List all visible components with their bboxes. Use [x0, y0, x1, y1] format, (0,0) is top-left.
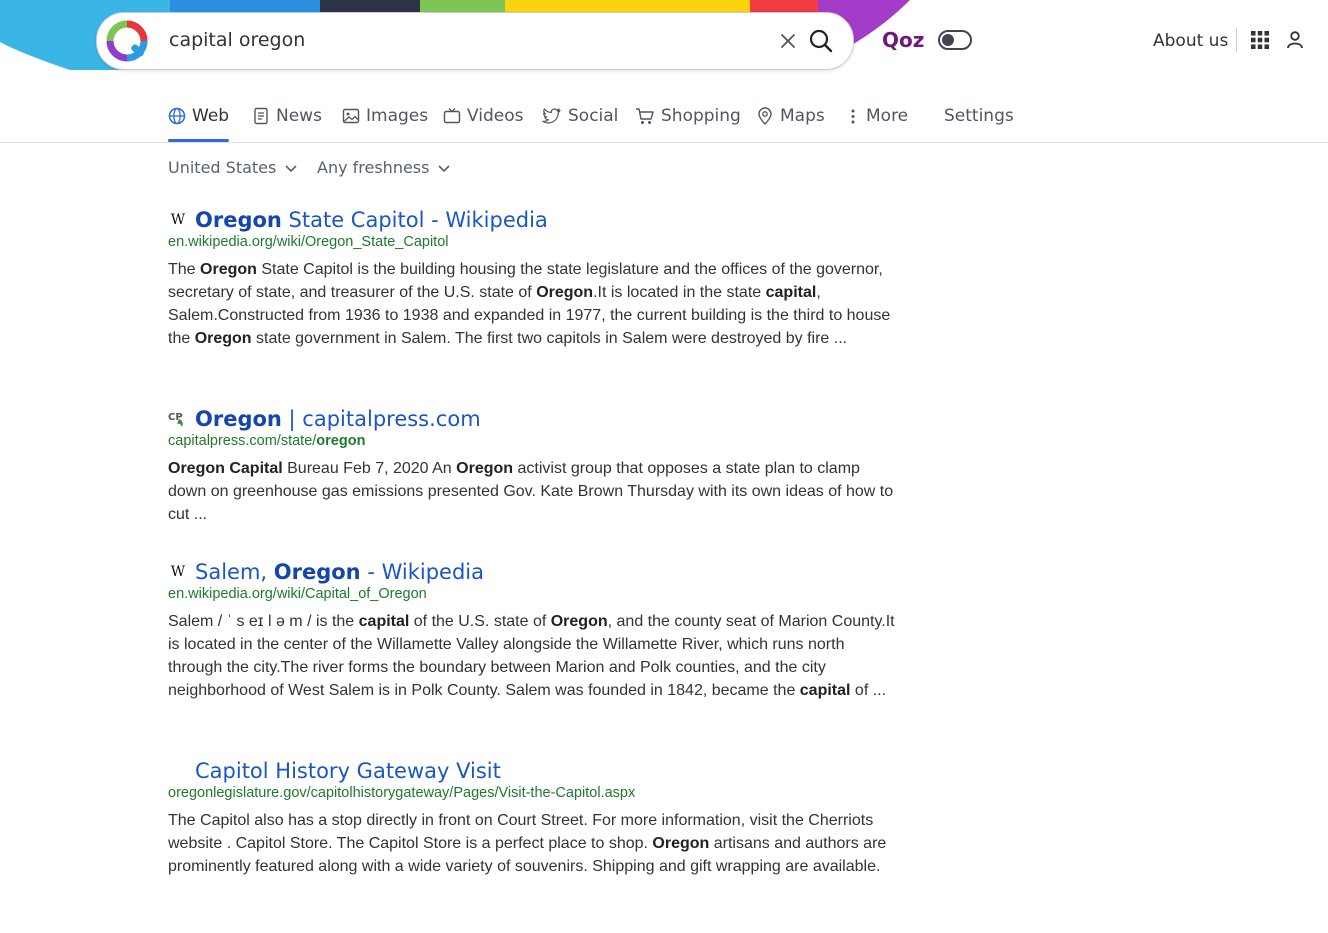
- capitalpress-icon: CP: [168, 409, 188, 429]
- about-us-link[interactable]: About us: [1153, 31, 1228, 51]
- search-result: W Oregon State Capitol - Wikipedia en.wi…: [168, 208, 898, 350]
- region-filter[interactable]: United States: [168, 158, 298, 177]
- cart-icon: [636, 108, 654, 124]
- result-url[interactable]: en.wikipedia.org/wiki/Oregon_State_Capit…: [168, 234, 898, 250]
- result-title-text: Oregon State Capitol - Wikipedia: [195, 208, 548, 232]
- result-title[interactable]: W Oregon State Capitol - Wikipedia: [168, 208, 898, 232]
- wikipedia-icon: W: [170, 212, 186, 228]
- result-title[interactable]: Capitol History Gateway Visit: [168, 759, 898, 783]
- search-box[interactable]: capital oregon: [96, 12, 854, 70]
- apps-grid-icon[interactable]: [1250, 30, 1270, 50]
- tab-maps[interactable]: Maps: [756, 106, 825, 142]
- tab-more-label: More: [866, 106, 909, 126]
- tab-images-label: Images: [366, 106, 429, 126]
- user-icon[interactable]: [1285, 30, 1305, 50]
- tab-videos[interactable]: Videos: [443, 106, 524, 142]
- tab-videos-label: Videos: [467, 106, 524, 126]
- tab-social[interactable]: Social: [542, 106, 618, 142]
- tab-maps-label: Maps: [780, 106, 825, 126]
- search-tabs: Web News Images Videos Social Shopping M…: [0, 98, 1328, 143]
- globe-icon: [168, 107, 186, 125]
- blank-favicon-icon: [168, 761, 188, 781]
- tab-social-label: Social: [568, 106, 619, 126]
- search-result: W Salem, Oregon - Wikipedia en.wikipedia…: [168, 560, 898, 702]
- tab-settings[interactable]: Settings: [944, 106, 1014, 142]
- vertical-dots-icon: [851, 109, 855, 124]
- chevron-down-icon: [285, 164, 297, 172]
- clear-icon[interactable]: [777, 30, 799, 52]
- map-pin-icon: [758, 107, 772, 125]
- divider: [1236, 28, 1237, 52]
- qoz-toggle[interactable]: [938, 30, 972, 50]
- newspaper-icon: [254, 107, 268, 125]
- wikipedia-icon: W: [170, 564, 186, 580]
- tab-shopping-label: Shopping: [661, 106, 741, 126]
- result-title-text: Capitol History Gateway Visit: [195, 759, 501, 783]
- toggle-knob: [942, 34, 954, 46]
- result-title[interactable]: W Salem, Oregon - Wikipedia: [168, 560, 898, 584]
- tab-news-label: News: [276, 106, 322, 126]
- tab-news[interactable]: News: [252, 106, 322, 142]
- qoz-brand[interactable]: Qoz: [882, 28, 924, 52]
- result-url[interactable]: oregonlegislature.gov/capitolhistorygate…: [168, 785, 898, 801]
- search-icon[interactable]: [807, 27, 835, 55]
- freshness-filter-label: Any freshness: [317, 158, 430, 177]
- freshness-filter[interactable]: Any freshness: [317, 158, 451, 177]
- chevron-down-icon: [438, 164, 451, 172]
- result-url[interactable]: en.wikipedia.org/wiki/Capital_of_Oregon: [168, 586, 898, 602]
- result-title[interactable]: CP Oregon | capitalpress.com: [168, 407, 898, 431]
- tab-settings-label: Settings: [944, 106, 1014, 126]
- result-title-text: Salem, Oregon - Wikipedia: [195, 560, 484, 584]
- logo-icon[interactable]: [103, 17, 151, 65]
- tab-web[interactable]: Web: [168, 106, 230, 142]
- result-snippet: The Oregon State Capitol is the building…: [168, 261, 891, 347]
- image-icon: [342, 108, 360, 124]
- region-filter-label: United States: [168, 158, 277, 177]
- tab-web-label: Web: [192, 106, 230, 126]
- search-input[interactable]: capital oregon: [169, 29, 305, 51]
- tab-more[interactable]: More: [846, 106, 908, 142]
- search-result: Capitol History Gateway Visit oregonlegi…: [168, 759, 898, 878]
- result-snippet: The Capitol also has a stop directly in …: [168, 812, 887, 875]
- result-snippet: Salem / ˈ s eɪ l ə m / is the capital of…: [168, 613, 895, 699]
- tab-shopping[interactable]: Shopping: [635, 106, 741, 142]
- tab-images[interactable]: Images: [342, 106, 428, 142]
- result-url[interactable]: capitalpress.com/state/oregon: [168, 433, 898, 449]
- tv-icon: [443, 108, 461, 124]
- twitter-icon: [542, 108, 561, 124]
- result-title-text: Oregon | capitalpress.com: [195, 407, 481, 431]
- result-snippet: Oregon Capital Bureau Feb 7, 2020 An Ore…: [168, 460, 894, 523]
- search-result: CP Oregon | capitalpress.com capitalpres…: [168, 407, 898, 526]
